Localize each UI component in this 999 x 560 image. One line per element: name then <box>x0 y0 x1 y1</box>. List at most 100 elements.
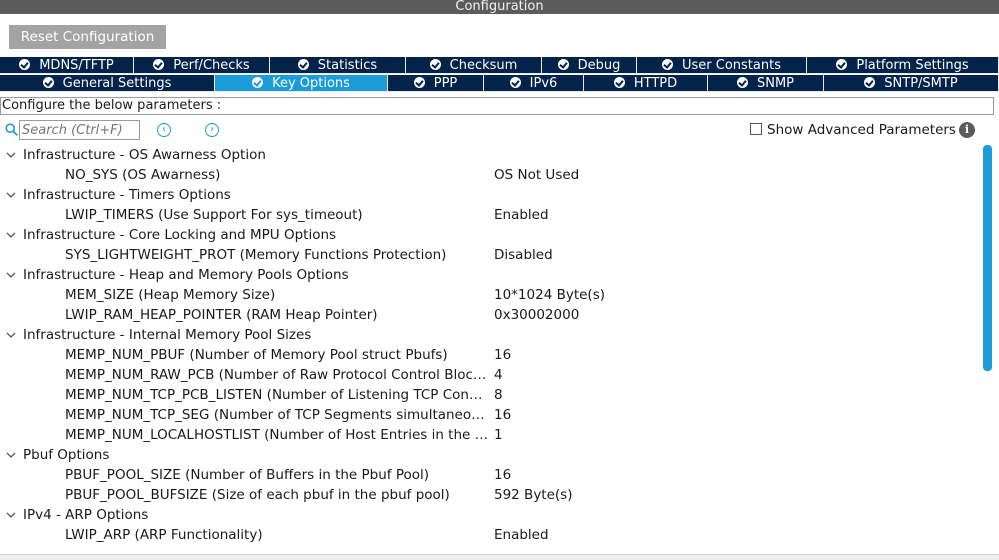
parameter-value[interactable]: 8 <box>494 385 503 405</box>
parameter-value[interactable]: Enabled <box>494 525 549 545</box>
tree-group-row[interactable]: Infrastructure - Core Locking and MPU Op… <box>0 225 980 245</box>
tab-mdns-tftp[interactable]: MDNS/TFTP <box>0 57 134 74</box>
tree-group-row[interactable]: Infrastructure - Heap and Memory Pools O… <box>0 265 980 285</box>
parameter-value[interactable]: 16 <box>494 345 511 365</box>
chevron-down-icon[interactable] <box>6 145 18 165</box>
group-title: Infrastructure - Heap and Memory Pools O… <box>23 267 349 283</box>
parameter-row[interactable]: PBUF_POOL_SIZE (Number of Buffers in the… <box>0 465 980 485</box>
parameter-row[interactable]: LWIP_ARP (ARP Functionality) Enabled <box>0 525 980 545</box>
tab-label: Checksum <box>449 58 518 73</box>
parameter-value[interactable]: 16 <box>494 405 511 425</box>
parameter-name: MEMP_NUM_TCP_PCB_LISTEN (Number of Liste… <box>65 387 491 403</box>
search-previous-button[interactable]: ‹ <box>157 123 171 137</box>
tab-label: General Settings <box>62 76 172 91</box>
tab-label: PPP <box>433 76 458 91</box>
show-advanced-checkbox[interactable]: Show Advanced Parameters <box>750 122 956 138</box>
tab-label: SNTP/SMTP <box>884 76 958 91</box>
tab-label: Key Options <box>272 76 350 91</box>
check-circle-icon <box>557 59 569 70</box>
parameter-row[interactable]: MEMP_NUM_TCP_SEG (Number of TCP Segments… <box>0 405 980 425</box>
chevron-down-icon[interactable] <box>6 325 18 345</box>
search-toolbar: ‹ › Show Advanced Parameters i <box>0 119 999 141</box>
check-circle-icon <box>252 77 264 88</box>
check-circle-icon <box>509 77 521 88</box>
parameter-value[interactable]: 1 <box>494 425 503 445</box>
tab-label: SNMP <box>756 76 795 91</box>
chevron-down-icon[interactable] <box>6 185 18 205</box>
tab-statistics[interactable]: Statistics <box>270 57 406 74</box>
tab-ipv6[interactable]: IPv6 <box>484 75 584 92</box>
tab-httpd[interactable]: HTTPD <box>584 75 708 92</box>
parameter-value[interactable]: Disabled <box>494 245 553 265</box>
parameter-row[interactable]: MEMP_NUM_RAW_PCB (Number of Raw Protocol… <box>0 365 980 385</box>
chevron-down-icon[interactable] <box>6 505 18 525</box>
check-circle-icon <box>153 59 165 70</box>
parameter-name: LWIP_TIMERS (Use Support For sys_timeout… <box>65 207 363 223</box>
group-title: Infrastructure - OS Awarness Option <box>23 147 266 163</box>
search-input[interactable] <box>19 120 140 140</box>
chevron-down-icon[interactable] <box>6 265 18 285</box>
check-circle-icon <box>19 59 31 70</box>
group-title: IPv4 - ARP Options <box>23 507 149 523</box>
tree-group-row[interactable]: IPv4 - ARP Options <box>0 505 980 525</box>
window-title: Configuration <box>0 0 999 14</box>
tree-group-row[interactable]: Infrastructure - Timers Options <box>0 185 980 205</box>
tab-checksum[interactable]: Checksum <box>406 57 542 74</box>
tab-snmp[interactable]: SNMP <box>708 75 824 92</box>
parameter-name: PBUF_POOL_SIZE (Number of Buffers in the… <box>65 467 430 483</box>
parameter-value[interactable]: 0x30002000 <box>494 305 579 325</box>
parameter-row[interactable]: MEMP_NUM_PBUF (Number of Memory Pool str… <box>0 345 980 365</box>
chevron-down-icon[interactable] <box>6 445 18 465</box>
parameter-value[interactable]: Enabled <box>494 205 549 225</box>
parameter-value[interactable]: 4 <box>494 365 503 385</box>
tab-label: User Constants <box>682 58 781 73</box>
parameter-name: NO_SYS (OS Awarness) <box>65 167 221 183</box>
parameter-row[interactable]: PBUF_POOL_BUFSIZE (Size of each pbuf in … <box>0 485 980 505</box>
tab-general-settings[interactable]: General Settings <box>0 75 215 92</box>
tab-sntp-smtp[interactable]: SNTP/SMTP <box>824 75 999 92</box>
configure-instructions: Configure the below parameters : <box>0 97 994 115</box>
check-circle-icon <box>42 77 54 88</box>
parameter-value[interactable]: 10*1024 Byte(s) <box>494 285 605 305</box>
check-circle-icon <box>613 77 625 88</box>
parameter-value[interactable]: OS Not Used <box>494 165 579 185</box>
reset-configuration-button[interactable]: Reset Configuration <box>9 25 166 49</box>
tab-user-constants[interactable]: User Constants <box>637 57 807 74</box>
parameter-value[interactable]: 16 <box>494 465 511 485</box>
tree-group-row[interactable]: Infrastructure - Internal Memory Pool Si… <box>0 325 980 345</box>
search-next-button[interactable]: › <box>205 123 219 137</box>
tab-label: IPv6 <box>529 76 558 91</box>
check-circle-icon <box>662 59 673 70</box>
info-icon[interactable]: i <box>959 122 975 138</box>
tab-key-options[interactable]: Key Options <box>215 75 388 92</box>
search-icon <box>5 123 18 136</box>
tree-group-row[interactable]: Infrastructure - OS Awarness Option <box>0 145 980 165</box>
tab-platform-settings[interactable]: Platform Settings <box>807 57 999 74</box>
tree-group-row[interactable]: Pbuf Options <box>0 445 980 465</box>
tab-label: HTTPD <box>633 76 678 91</box>
tab-label: Perf/Checks <box>173 58 250 73</box>
parameter-row[interactable]: SYS_LIGHTWEIGHT_PROT (Memory Functions P… <box>0 245 980 265</box>
tab-ppp[interactable]: PPP <box>388 75 484 92</box>
tab-label: Statistics <box>317 58 378 73</box>
check-circle-icon <box>864 77 876 88</box>
tab-perf-checks[interactable]: Perf/Checks <box>134 57 270 74</box>
show-advanced-label: Show Advanced Parameters <box>767 122 956 138</box>
tab-debug[interactable]: Debug <box>542 57 637 74</box>
tab-row-1: MDNS/TFTP Perf/Checks Statistics Checksum De… <box>0 57 999 74</box>
chevron-left-icon: ‹ <box>162 124 166 135</box>
parameter-row[interactable]: MEM_SIZE (Heap Memory Size) 10*1024 Byte(… <box>0 285 980 305</box>
parameter-row[interactable]: MEMP_NUM_LOCALHOSTLIST (Number of Host E… <box>0 425 980 445</box>
parameter-row[interactable]: LWIP_TIMERS (Use Support For sys_timeout… <box>0 205 980 225</box>
vertical-scrollbar[interactable] <box>983 145 992 371</box>
parameter-value[interactable]: 592 Byte(s) <box>494 485 572 505</box>
parameter-name: LWIP_ARP (ARP Functionality) <box>65 527 263 543</box>
group-title: Infrastructure - Core Locking and MPU Op… <box>23 227 337 243</box>
parameter-row[interactable]: LWIP_RAM_HEAP_POINTER (RAM Heap Pointer)… <box>0 305 980 325</box>
group-title: Infrastructure - Timers Options <box>23 187 231 203</box>
parameter-row[interactable]: NO_SYS (OS Awarness) OS Not Used <box>0 165 980 185</box>
chevron-down-icon[interactable] <box>6 225 18 245</box>
tab-label: MDNS/TFTP <box>39 58 114 73</box>
parameter-name: MEMP_NUM_TCP_SEG (Number of TCP Segments… <box>65 407 491 423</box>
parameter-row[interactable]: MEMP_NUM_TCP_PCB_LISTEN (Number of Liste… <box>0 385 980 405</box>
